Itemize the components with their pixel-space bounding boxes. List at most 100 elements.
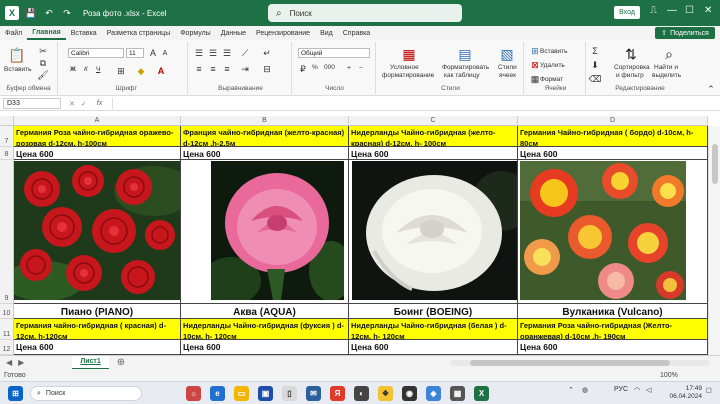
cell-b7[interactable]: Франция чайно-гибридная (желто-красная) … (181, 126, 349, 147)
app-icon-2[interactable]: ❖ (378, 386, 393, 401)
align-bottom-icon[interactable]: ☰ (222, 48, 232, 58)
taskbar-clock[interactable]: 17:49 06.04.2024 (660, 385, 702, 401)
select-all-corner[interactable] (0, 116, 14, 126)
teams-icon[interactable]: ✉ (306, 386, 321, 401)
number-format-select[interactable]: Общий (298, 48, 370, 58)
photo-yellow-red-roses[interactable] (520, 161, 686, 300)
wrap-text-icon[interactable]: ↵ (262, 48, 272, 58)
language-indicator[interactable]: РУС (614, 386, 628, 393)
cell-d8[interactable]: Цена 600 (518, 147, 708, 160)
cut-icon[interactable]: ✂ (38, 46, 48, 56)
photo-red-roses[interactable] (14, 161, 180, 300)
orientation-icon[interactable]: ⟋ (240, 48, 250, 58)
horizontal-scrollbar[interactable] (450, 360, 710, 366)
cell-c12[interactable]: Цена 600 (349, 340, 518, 355)
zoom-level[interactable]: 100% (660, 372, 678, 379)
next-sheet-icon[interactable]: ▶ (18, 358, 24, 367)
row-header-8[interactable]: 8 (0, 147, 14, 160)
redo-icon[interactable]: ↷ (61, 7, 73, 19)
copy-icon[interactable]: ⧉ (38, 58, 48, 68)
align-center-icon[interactable]: ≡ (208, 64, 218, 74)
app-icon-4[interactable]: ◈ (426, 386, 441, 401)
photo-pink-rose[interactable] (211, 161, 344, 300)
align-left-icon[interactable]: ≡ (194, 64, 204, 74)
column-header-a[interactable]: A (14, 116, 181, 126)
notifications-icon[interactable]: ◻ (706, 386, 712, 394)
cell-d11[interactable]: Германия Роза чайно-гибридная (Желто-ора… (518, 319, 708, 340)
cell-c8[interactable]: Цена 600 (349, 147, 518, 160)
underline-button[interactable]: Ч (96, 66, 100, 73)
tray-app-icon[interactable]: ◍ (582, 386, 588, 394)
fill-icon[interactable]: ⬇ (590, 60, 600, 70)
align-middle-icon[interactable]: ☰ (208, 48, 218, 58)
yandex-browser-icon[interactable]: Я (330, 386, 345, 401)
tab-data[interactable]: Данные (216, 26, 251, 40)
format-as-table-button[interactable]: Форматировать (442, 64, 489, 71)
taskbar-search[interactable]: ⌕ Поиск (30, 386, 142, 401)
insert-cells-button[interactable]: ⊞ Вставить (530, 46, 567, 56)
cell-a7[interactable]: Германия Роза чайно-гибридная оражево-ро… (14, 126, 181, 147)
cell-c10[interactable]: Боинг (BOEING) (349, 304, 518, 319)
sort-filter-button-2[interactable]: и фильтр (616, 72, 644, 79)
edge-icon[interactable]: e (210, 386, 225, 401)
cell-a8[interactable]: Цена 600 (14, 147, 181, 160)
tab-review[interactable]: Рецензирование (251, 26, 315, 40)
sheet-tab-list1[interactable]: Лист1 (72, 355, 109, 370)
prev-sheet-icon[interactable]: ◀ (6, 358, 12, 367)
font-size-select[interactable]: 11 (126, 48, 144, 58)
vertical-scroll-thumb[interactable] (712, 144, 718, 184)
volume-icon[interactable]: ◁ (646, 386, 651, 394)
undo-icon[interactable]: ↶ (43, 7, 55, 19)
borders-icon[interactable]: ⊞ (116, 66, 126, 76)
photo-white-rose[interactable] (352, 161, 517, 300)
font-color-icon[interactable]: A (156, 66, 166, 76)
conditional-format-button[interactable]: Условное (390, 64, 419, 71)
tab-file[interactable]: Файл (0, 26, 27, 40)
cell-c7[interactable]: Нидерланды Чайно-гибридная (желто-красна… (349, 126, 518, 147)
tray-chevron-icon[interactable]: ⌃ (568, 386, 574, 394)
format-painter-icon[interactable]: 🖌 (37, 70, 48, 80)
cell-a10[interactable]: Пиано (PIANO) (14, 304, 181, 319)
percent-button[interactable]: % (312, 64, 318, 71)
collapse-ribbon-icon[interactable]: ⌃ (706, 84, 716, 94)
align-top-icon[interactable]: ☰ (194, 48, 204, 58)
merge-icon[interactable]: ⊟ (262, 64, 272, 74)
tab-formulas[interactable]: Формулы (175, 26, 215, 40)
maximize-button[interactable]: ☐ (685, 5, 694, 16)
cell-d10[interactable]: Вулканика (Vulcano) (518, 304, 708, 319)
tab-view[interactable]: Вид (315, 26, 338, 40)
store-icon[interactable]: ▣ (258, 386, 273, 401)
fill-color-icon[interactable]: ◆ (136, 66, 146, 76)
paste-icon[interactable]: 📋 (8, 46, 26, 64)
enter-icon[interactable]: ✓ (81, 100, 87, 108)
app-icon[interactable]: ◐ (354, 386, 369, 401)
thousands-button[interactable]: 000 (324, 64, 335, 71)
cell-b10[interactable]: Аква (AQUA) (181, 304, 349, 319)
font-name-select[interactable]: Calibri (68, 48, 124, 58)
decrease-decimal-icon[interactable]: ⁻ (356, 64, 366, 74)
cell-styles-button-2[interactable]: ячеек (499, 72, 516, 79)
cell-b12[interactable]: Цена 600 (181, 340, 349, 355)
sort-filter-icon[interactable]: ⇅ (622, 45, 640, 63)
increase-font-icon[interactable]: A (148, 48, 158, 58)
row-header-11[interactable]: 11 (0, 319, 14, 340)
minimize-button[interactable]: — (667, 5, 677, 16)
terminal-icon[interactable]: ▯ (282, 386, 297, 401)
column-header-d[interactable]: D (518, 116, 708, 126)
close-button[interactable]: ✕ (704, 5, 712, 16)
delete-cells-button[interactable]: ⊠ Удалить (530, 60, 565, 70)
share-button[interactable]: ⇪ Поделиться (655, 27, 715, 39)
find-select-button-2[interactable]: выделить (652, 72, 681, 79)
conditional-format-button-2[interactable]: форматирование (382, 72, 434, 79)
app-icon-5[interactable]: ▦ (450, 386, 465, 401)
cell-d12[interactable]: Цена 600 (518, 340, 708, 355)
cell-styles-button[interactable]: Стили (498, 64, 517, 71)
fx-icon[interactable]: fx (97, 100, 102, 107)
cancel-icon[interactable]: ✕ (69, 100, 75, 108)
ribbon-options-icon[interactable]: ⎍ (650, 5, 657, 16)
tab-insert[interactable]: Вставка (66, 26, 102, 40)
column-header-b[interactable]: B (181, 116, 349, 126)
vertical-scrollbar[interactable] (708, 126, 720, 355)
file-explorer-icon[interactable]: ▭ (234, 386, 249, 401)
conditional-format-icon[interactable]: ▦ (400, 45, 418, 63)
